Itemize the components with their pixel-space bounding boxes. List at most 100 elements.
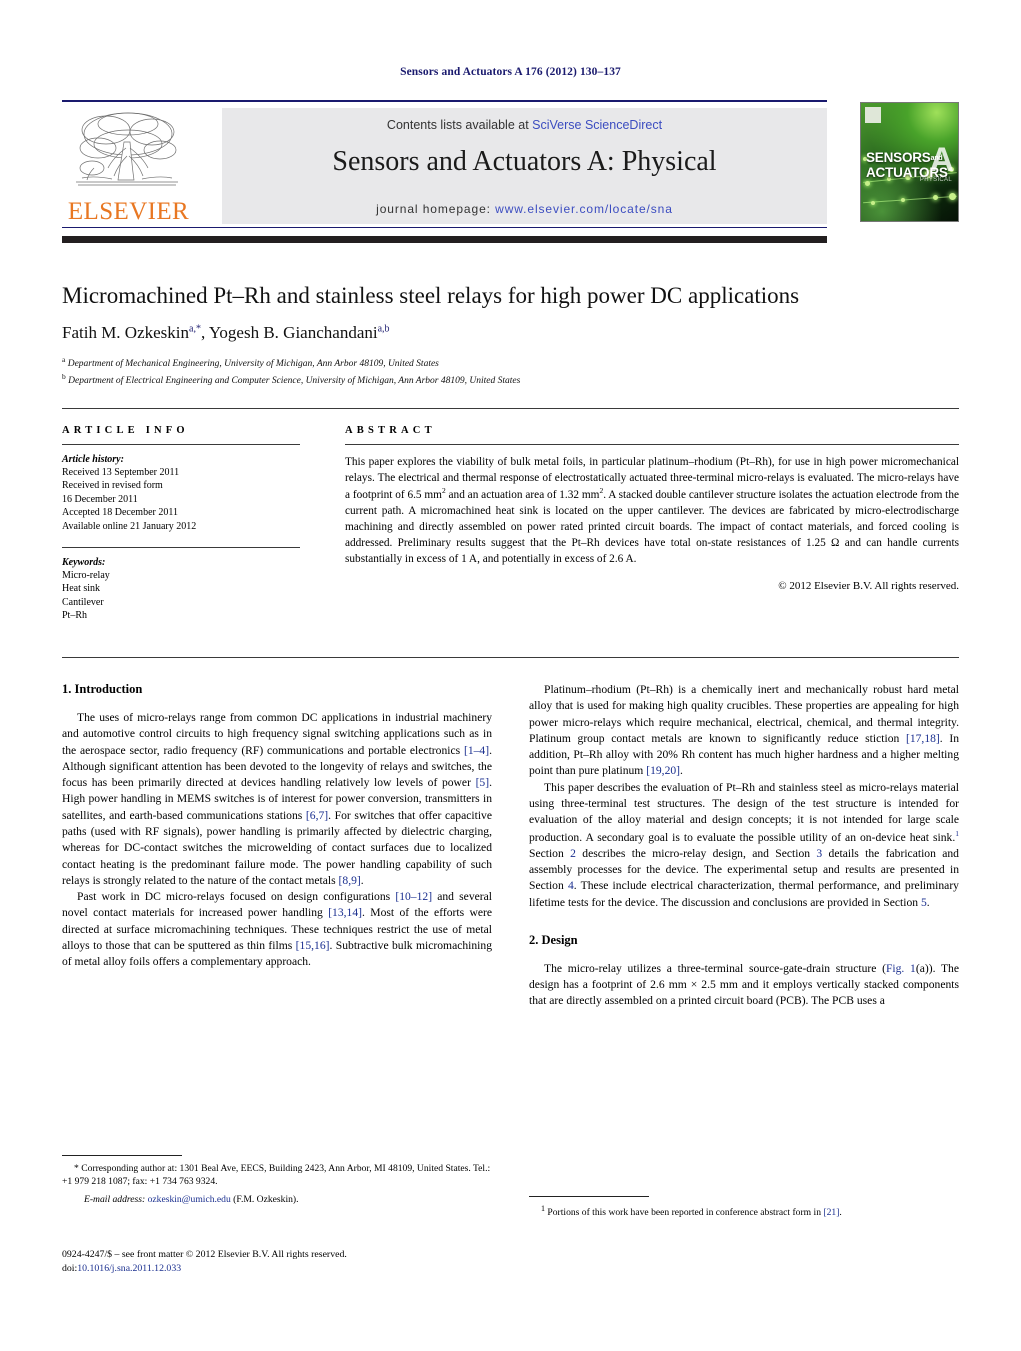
affiliations: a Department of Mechanical Engineering, … <box>62 355 959 389</box>
email-note: E-mail address: ozkeskin@umich.edu (F.M.… <box>62 1193 492 1206</box>
section-heading-introduction: 1. Introduction <box>62 682 143 696</box>
text-run: Past work in DC micro-relays focused on … <box>77 890 396 904</box>
article-info-heading: ARTICLE INFO <box>62 425 189 436</box>
footnote-left: * Corresponding author at: 1301 Beal Ave… <box>62 1155 492 1206</box>
masthead-top-rule <box>62 100 827 102</box>
doi-label: doi: <box>62 1263 78 1275</box>
history-line: Accepted 18 December 2011 <box>62 507 178 519</box>
citation-ref[interactable]: [21] <box>823 1207 839 1218</box>
right-column: Platinum–rhodium (Pt–Rh) is a chemically… <box>529 682 959 1010</box>
citation-ref[interactable]: [8,9] <box>339 874 361 887</box>
text-run: describes the micro-relay design, and Se… <box>575 846 817 860</box>
keyword-item: Cantilever <box>62 596 104 608</box>
citation-ref[interactable]: [1–4] <box>464 744 489 757</box>
author-2: , Yogesh B. Gianchandani <box>200 323 378 343</box>
keyword-item: Pt–Rh <box>62 610 88 622</box>
figure-ref[interactable]: Fig. 1 <box>886 962 916 975</box>
text-run: The uses of micro-relays range from comm… <box>62 711 492 757</box>
author-1-affil-marker: a,* <box>189 323 201 335</box>
footnote-rule <box>62 1155 182 1156</box>
abstract-part-2: and an actuation area of 1.32 mm <box>445 488 600 501</box>
left-column: 1. Introduction The uses of micro-relays… <box>62 682 492 971</box>
text-run: This paper describes the evaluation of P… <box>529 780 959 844</box>
abstract-text: This paper explores the viability of bul… <box>345 454 959 567</box>
text-run: Platinum–rhodium (Pt–Rh) is a chemically… <box>529 683 959 745</box>
text-run: . <box>680 764 683 778</box>
author-1: Fatih M. Ozkeskin <box>62 323 190 343</box>
masthead-dark-bar <box>62 236 827 243</box>
issn-doi-block: 0924-4247/$ – see front matter © 2012 El… <box>62 1248 532 1276</box>
email-link[interactable]: ozkeskin@umich.edu <box>148 1194 231 1205</box>
corresponding-text: Corresponding author at: 1301 Beal Ave, … <box>62 1163 491 1188</box>
footnote-right: 1 Portions of this work have been report… <box>529 1196 959 1220</box>
article-info-rule <box>62 444 300 445</box>
footnote-text-end: . <box>839 1207 842 1219</box>
footnote-number: 1 <box>541 1204 545 1213</box>
affil-a-text: Department of Mechanical Engineering, Un… <box>67 359 439 370</box>
citation-ref[interactable]: [10–12] <box>395 890 432 903</box>
section-heading-design: 2. Design <box>529 932 578 947</box>
article-history-label: Article history: <box>62 454 124 465</box>
homepage-prefix: journal homepage: <box>376 202 496 216</box>
page-title: Micromachined Pt–Rh and stainless steel … <box>62 283 800 308</box>
cover-subtitle: PHYSICAL <box>919 177 952 183</box>
journal-masthead: ELSEVIER Contents lists available at Sci… <box>62 100 959 230</box>
affil-b-text: Department of Electrical Engineering and… <box>68 376 521 387</box>
text-run: . These include electrical characterizat… <box>529 879 959 909</box>
issn-line: 0924-4247/$ – see front matter © 2012 El… <box>62 1249 347 1260</box>
citation-ref[interactable]: [17,18] <box>906 732 940 745</box>
author-2-affil-marker: a,b <box>377 323 390 335</box>
info-band-top-rule <box>62 408 959 409</box>
paper-page: Sensors and Actuators A 176 (2012) 130–1… <box>0 0 1021 1351</box>
paragraph-intro-1: The uses of micro-relays range from comm… <box>62 710 492 889</box>
affil-a-marker: a <box>62 355 66 365</box>
doi-link[interactable]: 10.1016/j.sna.2011.12.033 <box>77 1263 181 1274</box>
cover-line1: SENSORS <box>866 150 931 165</box>
sciencedirect-link[interactable]: SciVerse ScienceDirect <box>532 118 662 132</box>
contents-prefix: Contents lists available at <box>386 118 533 132</box>
citation-ref[interactable]: [5] <box>476 776 490 789</box>
cover-letter-a: A <box>929 141 954 179</box>
doi-line: doi:10.1016/j.sna.2011.12.033 <box>62 1262 532 1276</box>
homepage-url-link[interactable]: www.elsevier.com/locate/sna <box>495 202 673 216</box>
email-label: E-mail address: <box>84 1193 146 1205</box>
text-run: . <box>926 895 930 909</box>
email-suffix: (F.M. Ozkeskin). <box>230 1193 299 1205</box>
copyright-line: © 2012 Elsevier B.V. All rights reserved… <box>778 579 959 592</box>
citation-ref[interactable]: [13,14] <box>328 906 362 919</box>
article-info-column: ARTICLE INFO Article history: Received 1… <box>62 425 300 623</box>
history-line: Available online 21 January 2012 <box>62 520 197 532</box>
info-band-bottom-rule <box>62 657 959 658</box>
affiliation-b: b Department of Electrical Engineering a… <box>62 372 959 389</box>
elsevier-tree-icon <box>76 112 178 186</box>
paragraph-intro-2: Past work in DC micro-relays focused on … <box>62 889 492 970</box>
citation-ref[interactable]: [15,16] <box>296 939 330 952</box>
keyword-item: Heat sink <box>62 583 101 595</box>
text-run: The micro-relay utilizes a three-termina… <box>544 961 886 975</box>
citation-ref[interactable]: [19,20] <box>646 764 680 777</box>
footnote-marker[interactable]: 1 <box>955 829 959 838</box>
text-run: . <box>360 873 364 887</box>
journal-homepage-line: journal homepage: www.elsevier.com/locat… <box>222 202 827 216</box>
contents-available-line: Contents lists available at SciVerse Sci… <box>222 118 827 132</box>
history-line: Received in revised form <box>62 480 163 492</box>
history-line: 16 December 2011 <box>62 493 138 505</box>
journal-cover-thumbnail: SENSORSand ACTUATORS A PHYSICAL <box>860 102 959 222</box>
elsevier-wordmark: ELSEVIER <box>67 198 190 225</box>
abstract-heading: ABSTRACT <box>345 425 436 436</box>
history-line: Received 13 September 2011 <box>62 467 180 478</box>
abstract-column: ABSTRACT This paper explores the viabili… <box>345 425 959 592</box>
affiliation-a: a Department of Mechanical Engineering, … <box>62 355 959 372</box>
masthead-bottom-rule <box>62 227 827 228</box>
author-list: Fatih M. Ozkeskina,*, Yogesh B. Gianchan… <box>62 323 959 343</box>
masthead-center-panel: Contents lists available at SciVerse Sci… <box>222 108 827 224</box>
footnote-text: Portions of this work have been reported… <box>547 1207 824 1219</box>
elsevier-logo: ELSEVIER <box>62 106 195 228</box>
abstract-rule <box>345 444 959 445</box>
keywords-label: Keywords: <box>62 556 106 568</box>
citation-ref[interactable]: [6,7] <box>306 809 328 822</box>
cover-elsevier-mark-icon <box>865 107 881 123</box>
keywords-rule <box>62 546 300 548</box>
journal-title: Sensors and Actuators A: Physical <box>332 146 717 177</box>
paragraph-intro-4: This paper describes the evaluation of P… <box>529 780 959 911</box>
